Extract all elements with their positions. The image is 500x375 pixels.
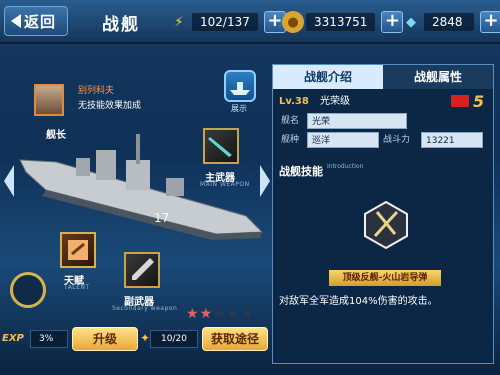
ship-level: Lv.38 — [279, 96, 309, 107]
show-label: 展示 — [231, 104, 247, 113]
fragment-icon: ✦ — [140, 331, 151, 345]
talent-ring-icon — [10, 272, 46, 308]
star-filled-icon: ★ — [186, 306, 199, 322]
ship-info-panel: 战舰介绍 战舰属性 Lv.38 光荣级 5 舰名 光荣 舰种 巡洋 战斗力 13… — [272, 64, 494, 364]
type-label: 舰种 — [281, 135, 300, 145]
back-button[interactable]: 返回 — [4, 6, 68, 36]
gold-resource: ● 3313751 + — [282, 10, 404, 34]
name-value: 光荣 — [307, 113, 407, 129]
flag-icon — [451, 95, 469, 107]
commander-desc: 无技能效果加成 — [78, 101, 142, 111]
star-empty-icon: ★ — [226, 306, 240, 322]
sword-icon — [132, 258, 154, 280]
prev-ship-arrow[interactable] — [4, 165, 14, 197]
energy-resource: ⚡ 102/137 + — [168, 10, 286, 34]
diamond-icon: ◆ — [406, 14, 416, 30]
tab-ship-intro[interactable]: 战舰介绍 — [273, 65, 383, 89]
diamond-resource: ◆ 2848 + — [400, 10, 500, 34]
back-label: 返回 — [24, 12, 57, 31]
skill-title: 战舰技能 — [279, 165, 323, 178]
star-empty-icon: ★ — [213, 306, 226, 322]
exp-percent: 3% — [30, 330, 68, 348]
battleship-image[interactable]: 17 — [16, 120, 266, 240]
talent-badge-icon — [68, 240, 88, 260]
skill-description: 对敌军全军造成104%伤害的攻击。 — [279, 296, 438, 307]
fragment-count: 10/20 — [150, 330, 198, 348]
secondary-weapon-sub: Secondary weapon — [112, 305, 178, 312]
page-title: 战舰 — [102, 15, 140, 35]
back-arrow-icon — [11, 14, 21, 28]
tab-ship-attributes[interactable]: 战舰属性 — [383, 65, 493, 89]
ship-screen: 返回 战舰 ⚡ 102/137 + ● 3313751 + ◆ 2848 + 别… — [0, 0, 500, 375]
star-empty-icon: ★ — [240, 306, 253, 322]
name-label: 舰名 — [281, 116, 300, 126]
secondary-weapon-slot[interactable] — [124, 252, 160, 288]
type-value: 巡洋 — [307, 132, 379, 148]
gold-coin-icon: ● — [282, 11, 304, 33]
show-button[interactable] — [224, 70, 256, 102]
svg-text:17: 17 — [154, 211, 169, 225]
diamond-value: 2848 — [424, 13, 474, 31]
skill-subtitle: Introduction — [327, 163, 364, 170]
power-value: 13221 — [421, 132, 483, 148]
top-bar: 返回 战舰 ⚡ 102/137 + ● 3313751 + ◆ 2848 + — [0, 0, 500, 44]
gold-value: 3313751 — [306, 13, 376, 31]
ship-show-icon — [230, 82, 250, 95]
exp-label: EXP — [2, 333, 24, 344]
star-rating: ★ ★ ★ ★ ★ — [186, 307, 253, 321]
lightning-icon: ⚡ — [174, 14, 184, 30]
upgrade-button[interactable]: 升级 — [72, 327, 138, 351]
commander-avatar[interactable] — [34, 84, 64, 116]
star-filled-icon: ★ — [199, 306, 213, 322]
add-diamond-button[interactable]: + — [480, 11, 500, 33]
talent-slot[interactable] — [60, 232, 96, 268]
ship-class: 光荣级 — [319, 96, 350, 107]
skill-crest-icon[interactable] — [363, 200, 409, 250]
commander-name: 别列科夫 — [78, 86, 115, 96]
talent-sub: TALENT — [64, 284, 90, 291]
rank-badge: 5 — [473, 92, 485, 111]
panel-tabs: 战舰介绍 战舰属性 — [273, 65, 493, 89]
obtain-button[interactable]: 获取途径 — [202, 327, 268, 351]
skill-name: 顶级反舰-火山岩导弹 — [329, 270, 441, 286]
power-label: 战斗力 — [383, 135, 411, 145]
energy-value: 102/137 — [192, 13, 258, 31]
